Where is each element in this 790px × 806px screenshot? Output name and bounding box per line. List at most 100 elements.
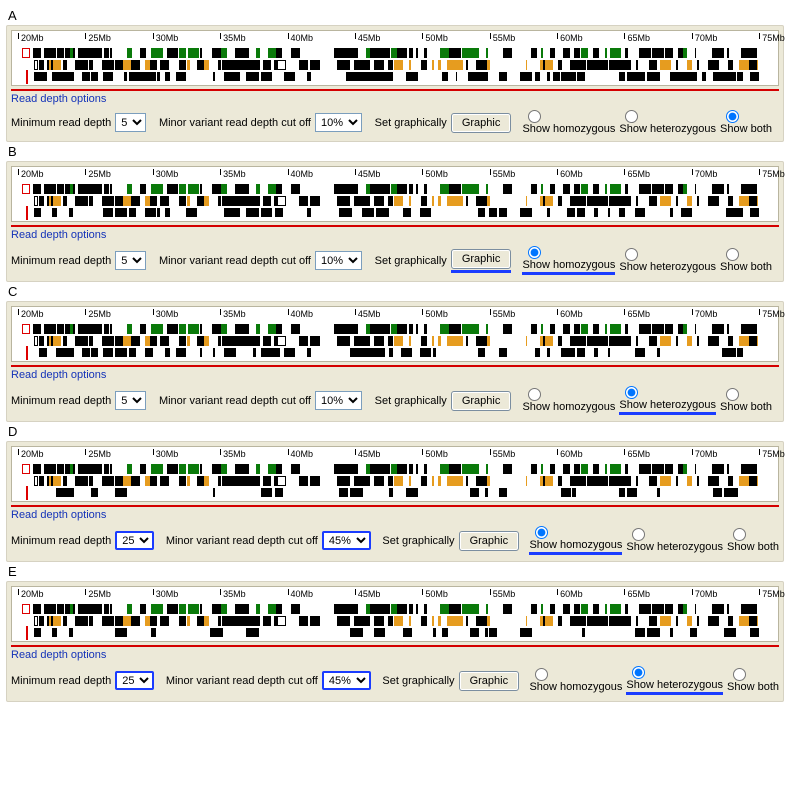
minor-cutoff-label: Minor variant read depth cut off <box>166 675 318 687</box>
radio-show-homozygous[interactable] <box>528 388 541 401</box>
panel-label-E: E <box>8 564 784 579</box>
min-depth-select[interactable]: 5 <box>115 113 146 132</box>
graphic-button[interactable]: Graphic <box>459 671 520 691</box>
track-area[interactable]: 20Mb25Mb30Mb35Mb40Mb45Mb50Mb55Mb60Mb65Mb… <box>11 306 779 362</box>
ruler-tick: 35Mb <box>220 589 246 599</box>
genome-track-2[interactable] <box>12 616 778 626</box>
graphic-button[interactable]: Graphic <box>451 249 512 269</box>
genome-track-2[interactable] <box>12 476 778 486</box>
ruler-tick: 55Mb <box>490 33 516 43</box>
position-cursor[interactable] <box>22 184 30 194</box>
radio-show-homozygous[interactable] <box>535 668 548 681</box>
genome-track-3[interactable] <box>12 488 778 497</box>
position-cursor[interactable] <box>22 604 30 614</box>
track-area[interactable]: 20Mb25Mb30Mb35Mb40Mb45Mb50Mb55Mb60Mb65Mb… <box>11 446 779 502</box>
minor-cutoff-select[interactable]: 45% <box>322 671 371 690</box>
ruler-tick: 65Mb <box>624 169 650 179</box>
track-area[interactable]: 20Mb25Mb30Mb35Mb40Mb45Mb50Mb55Mb60Mb65Mb… <box>11 166 779 222</box>
genome-track-1[interactable] <box>12 48 778 58</box>
radio-show-both[interactable] <box>726 248 739 261</box>
radio-show-heterozygous[interactable] <box>625 110 638 123</box>
radio-show-both[interactable] <box>733 528 746 541</box>
position-cursor[interactable] <box>22 48 30 58</box>
ruler-tick: 30Mb <box>153 169 179 179</box>
genome-track-3[interactable] <box>12 72 778 81</box>
ruler-tick: 20Mb <box>18 309 44 319</box>
radio-show-both[interactable] <box>733 668 746 681</box>
graphic-button[interactable]: Graphic <box>459 531 520 551</box>
section-divider <box>11 365 779 367</box>
ruler-tick: 65Mb <box>624 33 650 43</box>
ruler-tick: 50Mb <box>422 169 448 179</box>
radio-show-homozygous[interactable] <box>528 246 541 259</box>
ruler-tick: 50Mb <box>422 33 448 43</box>
radio-show-heterozygous-label: Show heterozygous <box>619 399 716 411</box>
radio-show-both-label: Show both <box>727 681 779 693</box>
minor-cutoff-select[interactable]: 10% <box>315 113 362 132</box>
options-title: Read depth options <box>11 369 779 381</box>
min-depth-select[interactable]: 25 <box>115 531 154 550</box>
ruler-tick: 70Mb <box>692 169 718 179</box>
radio-show-homozygous-label: Show homozygous <box>522 123 615 135</box>
ruler-tick: 60Mb <box>557 309 583 319</box>
radio-show-homozygous[interactable] <box>528 110 541 123</box>
graphic-button[interactable]: Graphic <box>451 113 512 133</box>
min-depth-label: Minimum read depth <box>11 395 111 407</box>
panel-label-B: B <box>8 144 784 159</box>
graphic-button[interactable]: Graphic <box>451 391 512 411</box>
position-cursor[interactable] <box>22 464 30 474</box>
ruler-tick: 40Mb <box>288 169 314 179</box>
min-depth-label: Minimum read depth <box>11 535 111 547</box>
ruler-tick: 45Mb <box>355 33 381 43</box>
ruler-tick: 50Mb <box>422 449 448 459</box>
genome-track-3[interactable] <box>12 208 778 217</box>
panel-C: 20Mb25Mb30Mb35Mb40Mb45Mb50Mb55Mb60Mb65Mb… <box>6 301 784 422</box>
genome-track-1[interactable] <box>12 184 778 194</box>
ruler-tick: 45Mb <box>355 449 381 459</box>
genome-track-3[interactable] <box>12 628 778 637</box>
genome-track-2[interactable] <box>12 196 778 206</box>
radio-show-heterozygous[interactable] <box>632 666 645 679</box>
radio-show-heterozygous[interactable] <box>625 386 638 399</box>
ruler-tick: 40Mb <box>288 309 314 319</box>
minor-cutoff-label: Minor variant read depth cut off <box>159 395 311 407</box>
genomic-ruler: 20Mb25Mb30Mb35Mb40Mb45Mb50Mb55Mb60Mb65Mb… <box>12 33 778 46</box>
ruler-tick: 20Mb <box>18 449 44 459</box>
genome-track-3[interactable] <box>12 348 778 357</box>
set-graphically-label: Set graphically <box>375 117 447 129</box>
radio-show-heterozygous[interactable] <box>632 528 645 541</box>
options-title: Read depth options <box>11 509 779 521</box>
ruler-tick: 25Mb <box>85 309 111 319</box>
radio-show-both-label: Show both <box>727 541 779 553</box>
ruler-tick: 35Mb <box>220 449 246 459</box>
set-graphically-label: Set graphically <box>382 675 454 687</box>
minor-cutoff-select[interactable]: 45% <box>322 531 371 550</box>
ruler-tick: 25Mb <box>85 33 111 43</box>
genome-track-1[interactable] <box>12 464 778 474</box>
radio-show-both[interactable] <box>726 110 739 123</box>
radio-show-heterozygous[interactable] <box>625 248 638 261</box>
position-cursor[interactable] <box>22 324 30 334</box>
radio-show-homozygous[interactable] <box>535 526 548 539</box>
genome-track-2[interactable] <box>12 60 778 70</box>
ruler-tick: 25Mb <box>85 449 111 459</box>
section-divider <box>11 225 779 227</box>
radio-show-heterozygous-label: Show heterozygous <box>619 261 716 273</box>
ruler-tick: 60Mb <box>557 33 583 43</box>
track-area[interactable]: 20Mb25Mb30Mb35Mb40Mb45Mb50Mb55Mb60Mb65Mb… <box>11 30 779 86</box>
options-title: Read depth options <box>11 649 779 661</box>
min-depth-label: Minimum read depth <box>11 675 111 687</box>
track-area[interactable]: 20Mb25Mb30Mb35Mb40Mb45Mb50Mb55Mb60Mb65Mb… <box>11 586 779 642</box>
genome-track-2[interactable] <box>12 336 778 346</box>
ruler-tick: 40Mb <box>288 589 314 599</box>
min-depth-select[interactable]: 5 <box>115 251 146 270</box>
cursor-indicator <box>26 346 28 360</box>
genome-track-1[interactable] <box>12 324 778 334</box>
ruler-tick: 30Mb <box>153 309 179 319</box>
minor-cutoff-select[interactable]: 10% <box>315 391 362 410</box>
min-depth-select[interactable]: 5 <box>115 391 146 410</box>
genome-track-1[interactable] <box>12 604 778 614</box>
radio-show-both[interactable] <box>726 388 739 401</box>
min-depth-select[interactable]: 25 <box>115 671 154 690</box>
minor-cutoff-select[interactable]: 10% <box>315 251 362 270</box>
